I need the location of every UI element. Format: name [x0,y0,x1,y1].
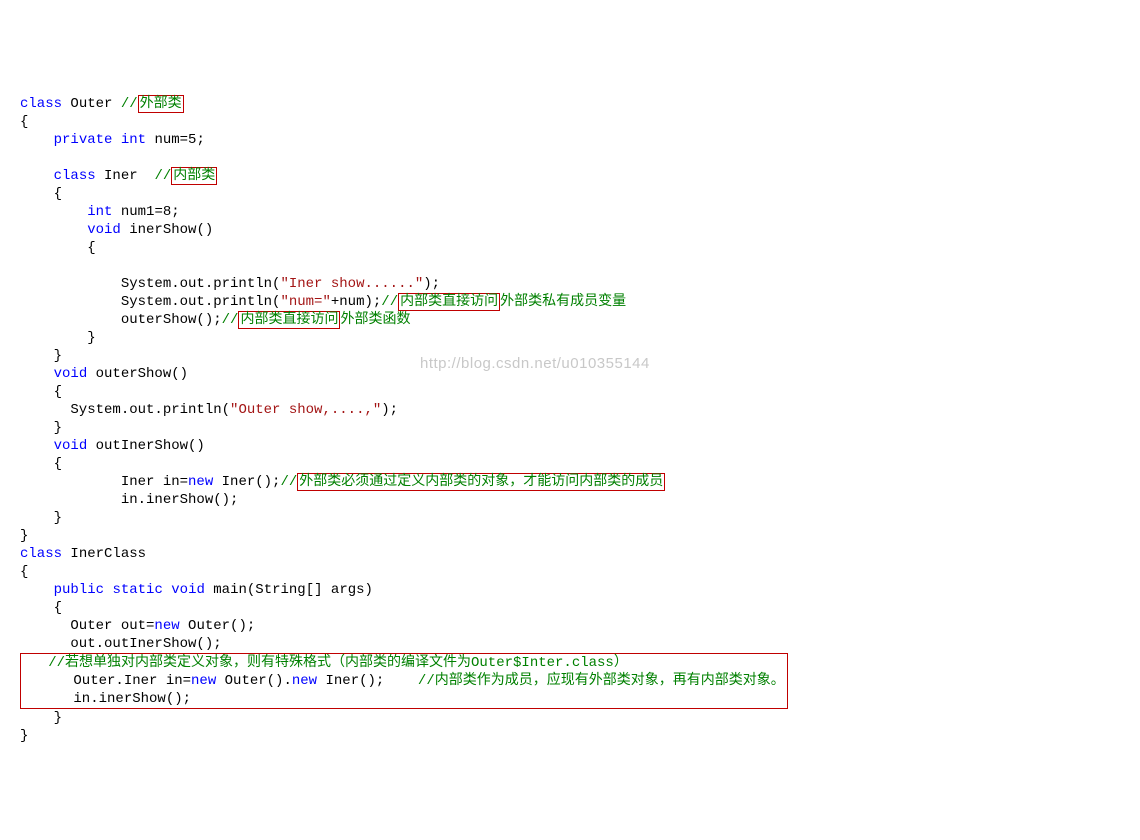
method-name: outInerShow() [87,438,205,454]
kw-int: int [87,204,112,220]
kw-void: void [54,366,88,382]
string-literal: "num=" [280,294,330,310]
comment-tail: 外部类函数 [340,312,410,328]
kw-private: private [54,132,113,148]
comment-inner-class: 内部类 [171,167,217,185]
code-text: outerShow(); [20,312,222,328]
comment-outer-class: 外部类 [138,95,184,113]
comment-slash: // [222,312,239,328]
code-text: Outer(); [180,618,256,634]
method-name: outerShow() [87,366,188,382]
code-text: Iner in= [20,474,188,490]
code-text: Outer.Iner in= [23,673,191,689]
brace: { [20,564,28,580]
code-text: Outer(). [216,673,292,689]
kw-new: new [292,673,317,689]
method-name: main( [205,582,255,598]
kw-public: public [54,582,104,598]
code-text: System.out.println( [20,276,280,292]
brace: { [20,384,62,400]
brace: } [20,330,96,346]
comment-member: //内部类作为成员，应现有外部类对象，再有内部类对象。 [384,673,784,689]
brace: } [20,728,28,744]
string-literal: "Outer show,....," [230,402,381,418]
code-block: class Outer //外部类 { private int num=5; c… [20,95,1120,745]
code-text: Iner(); [317,673,384,689]
kw-new: new [188,474,213,490]
code-text: num1=8; [112,204,179,220]
kw-int: int [121,132,146,148]
code-text: Outer out= [20,618,154,634]
code-text: Iner(); [213,474,280,490]
comment-slash: // [381,294,398,310]
brace: } [20,510,62,526]
brace: { [20,114,28,130]
code-text: in.inerShow(); [23,691,191,707]
string-literal: "Iner show......" [280,276,423,292]
kw-class: class [20,96,62,112]
method-name: inerShow() [121,222,213,238]
brace: { [20,240,96,256]
kw-class: class [20,546,62,562]
kw-new: new [154,618,179,634]
comment-slash: // [280,474,297,490]
kw-void: void [171,582,205,598]
code-text: ); [381,402,398,418]
comment-inner-access: 内部类直接访问 [398,293,500,311]
kw-new: new [191,673,216,689]
code-text: [] args) [306,582,373,598]
kw-class: class [54,168,96,184]
class-name: Outer [70,96,112,112]
code-text: ); [423,276,440,292]
class-name: InerClass [62,546,146,562]
comment-slash: // [146,168,171,184]
brace: { [20,186,62,202]
class-name: Iner [104,168,146,184]
comment-inner-access-fn: 内部类直接访问 [238,311,340,329]
code-text: System.out.println( [20,294,280,310]
kw-void: void [54,438,88,454]
brace: } [20,710,62,726]
brace: } [20,528,28,544]
highlight-block: //若想单独对内部类定义对象，则有特殊格式（内部类的编译文件为Outer$Int… [20,653,788,709]
comment-tail: 外部类私有成员变量 [500,294,626,310]
comment-outer-access: 外部类必须通过定义内部类的对象，才能访问内部类的成员 [297,473,665,491]
code-text: +num); [331,294,381,310]
kw-static: static [112,582,162,598]
brace: } [20,420,62,436]
code-text: System.out.println( [20,402,230,418]
brace: { [20,600,62,616]
brace: { [20,456,62,472]
comment-slash: // [121,96,138,112]
brace: } [20,348,62,364]
kw-void: void [87,222,121,238]
code-text: in.inerShow(); [20,492,238,508]
code-text: num=5; [146,132,205,148]
code-text: out.outInerShow(); [20,636,222,652]
type-name: String [255,582,305,598]
